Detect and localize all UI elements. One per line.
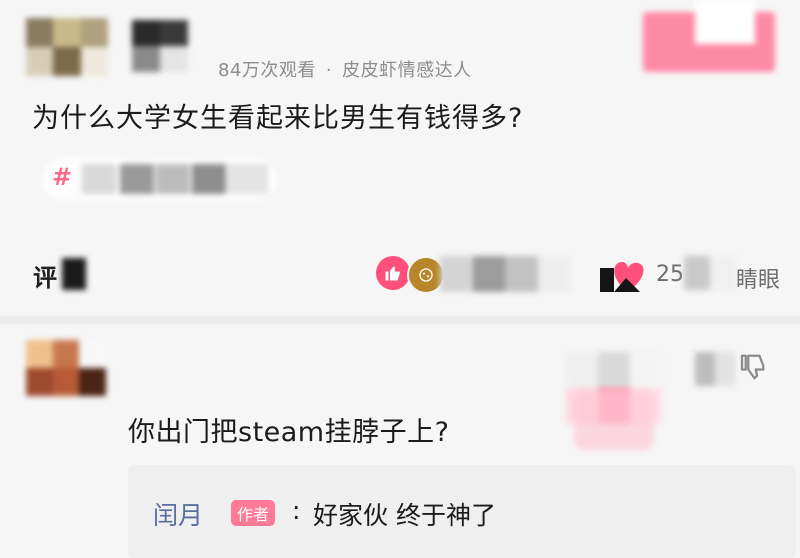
redacted-corner-block <box>643 0 775 72</box>
heart-icon[interactable] <box>600 258 652 292</box>
reply-text: 好家伙 终于神了 <box>313 501 496 530</box>
like-count-redacted <box>440 256 570 292</box>
section-divider <box>0 316 800 324</box>
reply-author-name[interactable]: 闰月 <box>153 496 203 532</box>
poster-name-redacted[interactable] <box>132 20 188 72</box>
post-meta: 84万次观看 · 皮皮虾情感达人 <box>218 56 472 82</box>
reply-colon: : <box>292 496 301 525</box>
favorite-count: 25 <box>656 262 684 287</box>
commenter-avatar[interactable] <box>26 340 106 396</box>
post-question: 为什么大学女生看起来比男生有钱得多? <box>32 103 524 134</box>
view-count: 84万次观看 <box>218 60 316 81</box>
poster-avatar[interactable] <box>26 18 108 76</box>
thumb-up-icon[interactable] <box>376 256 410 290</box>
thumb-down-icon[interactable] <box>735 352 769 382</box>
comment-count-redacted <box>62 258 86 290</box>
topic-chip[interactable] <box>42 158 277 200</box>
dislike-count-redacted <box>695 352 735 386</box>
post-category[interactable]: 皮皮虾情感达人 <box>342 60 472 81</box>
meta-separator: · <box>325 60 333 81</box>
topic-hash: # <box>52 163 73 191</box>
comment-tab-label[interactable]: 评 <box>33 258 57 293</box>
author-badge: 作者 <box>231 500 276 526</box>
favorite-suffix: 睛眼 <box>736 268 781 293</box>
comment-text: 你出门把steam挂脖子上? <box>128 417 450 448</box>
favorite-count-redacted <box>684 256 736 290</box>
watermark-redacted <box>574 390 654 450</box>
